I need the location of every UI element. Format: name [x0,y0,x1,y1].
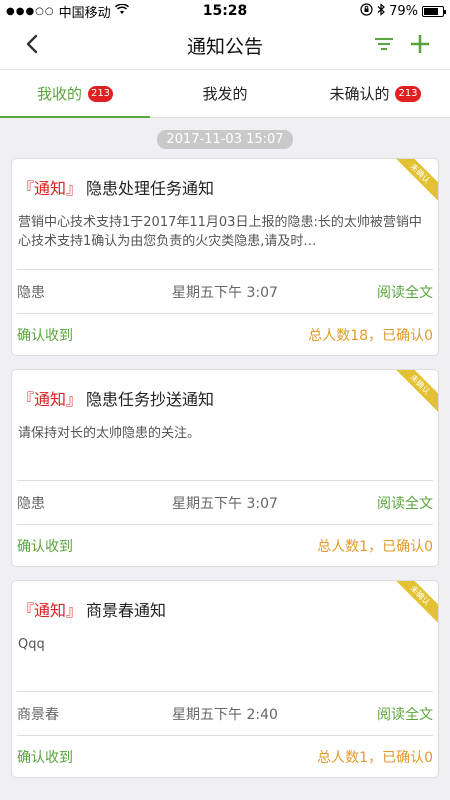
add-button[interactable] [408,32,432,60]
notice-list: 未确认 『通知』 隐患处理任务通知 营销中心技术支持1于2017年11月03日上… [0,158,450,778]
notice-meta: 隐患 星期五下午 3:07 阅读全文 [17,269,433,313]
notice-meta: 商景春 星期五下午 2:40 阅读全文 [17,691,433,735]
notice-time: 星期五下午 3:07 [172,495,278,512]
confirm-received-button[interactable]: 确认收到 [17,747,73,767]
notice-title: 『通知』 隐患任务抄送通知 [12,370,438,410]
notice-footer: 确认收到 总人数1，已确认0 [17,735,433,777]
confirm-received-button[interactable]: 确认收到 [17,536,73,556]
read-full-link[interactable]: 阅读全文 [313,282,433,302]
date-divider: 2017-11-03 15:07 [0,130,450,149]
notice-meta: 隐患 星期五下午 3:07 阅读全文 [17,480,433,524]
filter-button[interactable] [372,32,396,60]
battery-percent: 79% [389,3,418,19]
notice-summary: Qqq [18,637,45,652]
tab-label: 未确认的 [329,85,390,103]
notice-footer: 确认收到 总人数18，已确认0 [17,313,433,355]
bluetooth-icon [377,2,386,20]
notice-time: 星期五下午 2:40 [172,706,278,723]
plus-icon [409,33,431,59]
notice-category: 隐患 [17,284,45,301]
notice-footer: 确认收到 总人数1，已确认0 [17,524,433,566]
confirm-received-button[interactable]: 确认收到 [17,325,73,345]
notice-tag: 『通知』 [18,179,83,198]
wifi-icon [114,2,129,19]
tab-label: 我收的 [36,85,82,103]
notice-summary: 营销中心技术支持1于2017年11月03日上报的隐患:长的太帅被营销中心技术支持… [18,215,422,249]
status-right: 79% [360,2,446,20]
confirm-stats: 总人数1，已确认0 [317,749,433,766]
tab-label: 我发的 [202,85,248,103]
date-chip: 2017-11-03 15:07 [157,130,293,149]
notice-title-text: 隐患处理任务通知 [86,179,215,198]
confirm-stats: 总人数1，已确认0 [317,538,433,555]
tab-received[interactable]: 我收的 213 [0,70,150,118]
notice-summary: 请保持对长的太帅隐患的关注。 [18,426,201,441]
notice-tag: 『通知』 [18,390,83,409]
nav-bar: 通知公告 [0,22,450,70]
tab-unconfirmed[interactable]: 未确认的 213 [300,70,450,117]
chevron-left-icon [26,34,38,58]
notice-category: 隐患 [17,495,45,512]
notice-title-text: 隐患任务抄送通知 [86,390,215,409]
notice-title: 『通知』 隐患处理任务通知 [12,159,438,199]
nav-actions [372,32,432,60]
notice-time: 星期五下午 3:07 [172,284,278,301]
status-bar: ●●●○○ 中国移动 15:28 79% [0,0,450,22]
notice-title-text: 商景春通知 [86,601,167,620]
battery-fill [424,7,439,15]
status-time: 15:28 [202,3,248,19]
unread-badge: 213 [395,85,421,102]
notice-card[interactable]: 未确认 『通知』 隐患任务抄送通知 请保持对长的太帅隐患的关注。 隐患 星期五下… [11,369,439,567]
battery-icon [422,5,446,17]
unread-badge: 213 [87,85,114,102]
read-full-link[interactable]: 阅读全文 [313,493,433,513]
read-full-link[interactable]: 阅读全文 [313,704,433,724]
back-button[interactable] [18,32,46,60]
signal-strength: ●●●○○ [6,5,55,17]
notice-title: 『通知』 商景春通知 [12,581,438,621]
orientation-lock-icon [360,2,373,20]
notice-card[interactable]: 未确认 『通知』 商景春通知 Qqq 商景春 星期五下午 2:40 阅读全文 确… [11,580,439,778]
notice-category: 商景春 [17,706,59,723]
notice-tag: 『通知』 [18,601,83,620]
confirm-stats: 总人数18，已确认0 [308,327,433,344]
tab-sent[interactable]: 我发的 [150,70,300,117]
notice-card[interactable]: 未确认 『通知』 隐患处理任务通知 营销中心技术支持1于2017年11月03日上… [11,158,439,356]
carrier-name: 中国移动 [58,5,111,21]
page-title: 通知公告 [186,36,263,58]
tab-bar: 我收的 213 我发的 未确认的 213 [0,70,450,118]
filter-icon [374,36,394,56]
status-left: ●●●○○ 中国移动 [6,2,129,21]
